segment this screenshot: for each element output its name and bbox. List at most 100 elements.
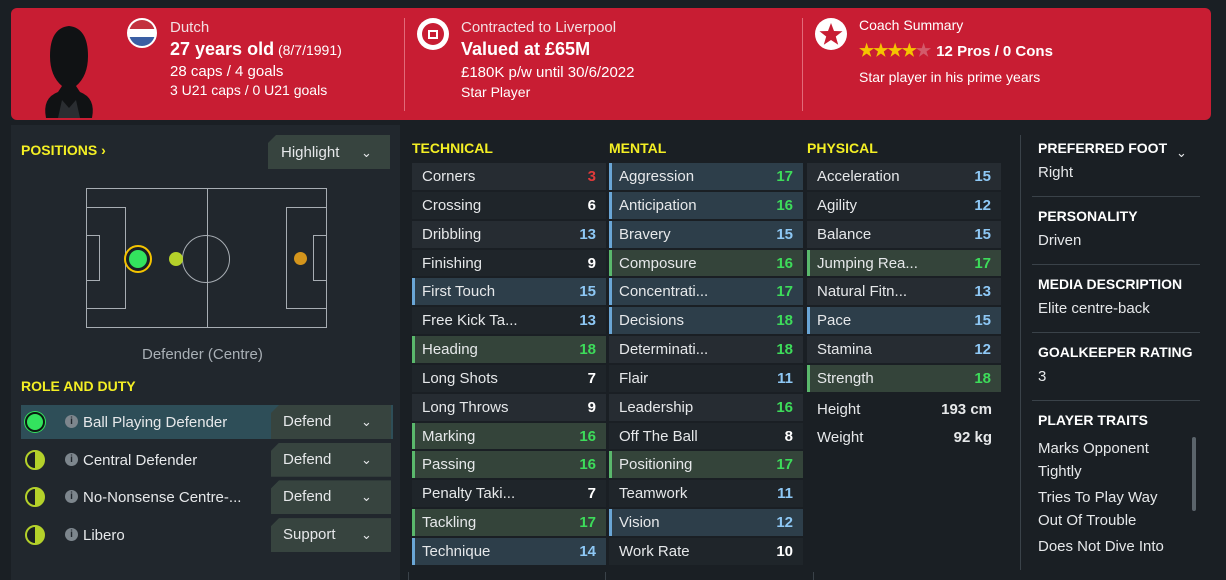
traits-scrollbar[interactable] — [1192, 437, 1196, 511]
info-icon[interactable]: i — [65, 415, 78, 428]
preferred-foot-heading: PREFERRED FOOT — [1038, 140, 1168, 156]
attribute-name: Balance — [817, 225, 872, 243]
goalkeeper-rating-section: GOALKEEPER RATING 3 — [1038, 344, 1193, 385]
highlight-dropdown[interactable]: Highlight ⌄ — [268, 135, 390, 169]
attribute-name: Leadership — [619, 398, 694, 416]
role-suitability-icon — [25, 449, 45, 470]
preferred-foot-value: Right — [1038, 164, 1074, 181]
personality-heading: PERSONALITY — [1038, 208, 1138, 224]
trait-line: Marks Opponent — [1038, 440, 1149, 457]
info-icon[interactable]: i — [65, 452, 78, 466]
mental-attributes: Aggression 17 Anticipation 16 Bravery 15 Compo… — [609, 162, 803, 566]
attribute-name: Technique — [422, 542, 491, 560]
attribute-name: Crossing — [422, 196, 482, 214]
info-icon[interactable]: i — [65, 490, 78, 504]
attribute-row[interactable]: Concentrati... 17 — [609, 277, 803, 306]
role-row[interactable]: i Libero Support ⌄ — [21, 518, 393, 553]
attribute-name: Bravery — [619, 225, 671, 243]
attribute-row[interactable]: Jumping Rea... 17 — [807, 249, 1001, 278]
trait-line: Out Of Trouble — [1038, 512, 1137, 529]
attribute-row[interactable]: Aggression 17 — [609, 162, 803, 191]
preferred-foot-section[interactable]: PREFERRED FOOT Right — [1038, 140, 1167, 181]
attribute-row[interactable]: Off The Ball 8 — [609, 422, 803, 451]
attribute-row[interactable]: Flair 11 — [609, 364, 803, 393]
attribute-value: 7 — [587, 369, 596, 387]
attribute-name: Strength — [817, 369, 874, 387]
attribute-row[interactable]: Composure 16 — [609, 249, 803, 278]
attribute-row[interactable]: Positioning 17 — [609, 450, 803, 479]
player-traits-heading: PLAYER TRAITS — [1038, 412, 1148, 428]
attribute-row[interactable]: Tackling 17 — [412, 508, 606, 537]
attribute-value: 12 — [776, 514, 793, 532]
role-row[interactable]: i No-Nonsense Centre-... Defend ⌄ — [21, 480, 393, 515]
attribute-row[interactable]: Dribbling 13 — [412, 220, 606, 249]
attribute-row[interactable]: Balance 15 — [807, 220, 1001, 249]
attribute-row[interactable]: Long Throws 9 — [412, 393, 606, 422]
duty-dropdown[interactable]: Defend ⌄ — [271, 405, 391, 439]
attribute-name: Agility — [817, 196, 858, 214]
attribute-value: 13 — [974, 283, 991, 301]
role-label: Central Defender — [83, 451, 198, 469]
duty-label: Defend — [283, 488, 332, 506]
attribute-row[interactable]: Acceleration 15 — [807, 162, 1001, 191]
attribute-row[interactable]: Passing 16 — [412, 450, 606, 479]
positions-title[interactable]: POSITIONS › — [21, 142, 106, 158]
role-suitability-icon — [25, 487, 45, 508]
attribute-value: 7 — [587, 485, 596, 503]
liverpool-crest-icon[interactable] — [417, 18, 449, 50]
attribute-row[interactable]: Anticipation 16 — [609, 191, 803, 220]
attribute-row[interactable]: Corners 3 — [412, 162, 606, 191]
natural-position-dot — [129, 250, 147, 268]
attribute-row[interactable]: Long Shots 7 — [412, 364, 606, 393]
squad-status: Star Player — [461, 84, 531, 100]
attribute-row[interactable]: Finishing 9 — [412, 249, 606, 278]
attribute-row[interactable]: Free Kick Ta... 13 — [412, 306, 606, 335]
info-icon[interactable]: i — [65, 528, 78, 542]
attribute-row[interactable]: Teamwork 11 — [609, 479, 803, 508]
attribute-value: 15 — [974, 168, 991, 185]
player-header: Dutch 27 years old (8/7/1991) 28 caps / … — [11, 8, 1211, 120]
coach-summary-title[interactable]: Coach Summary — [859, 17, 1053, 33]
attribute-row[interactable]: Determinati... 18 — [609, 335, 803, 364]
attribute-value: 13 — [579, 225, 596, 243]
role-row[interactable]: i Ball Playing Defender Defend ⌄ — [21, 405, 393, 439]
attribute-value: 17 — [974, 254, 991, 272]
attribute-name: Long Throws — [422, 398, 509, 416]
attribute-value: 18 — [776, 341, 793, 359]
role-row[interactable]: i Central Defender Defend ⌄ — [21, 442, 393, 477]
attribute-value: 13 — [579, 312, 596, 330]
attribute-value: 6 — [587, 196, 596, 214]
accomplished-position-dot[interactable] — [169, 252, 183, 266]
duty-dropdown[interactable]: Defend ⌄ — [271, 442, 391, 477]
attribute-row[interactable]: Heading 18 — [412, 335, 606, 364]
attribute-row[interactable]: Pace 15 — [807, 306, 1001, 335]
nationality: Dutch — [170, 19, 210, 36]
attribute-value: 16 — [776, 196, 793, 214]
attribute-row[interactable]: Crossing 6 — [412, 191, 606, 220]
attribute-row[interactable]: Stamina 12 — [807, 335, 1001, 364]
attribute-row[interactable]: Vision 12 — [609, 508, 803, 537]
attribute-value: 15 — [974, 225, 991, 243]
attribute-row[interactable]: First Touch 15 — [412, 277, 606, 306]
attribute-row[interactable]: Technique 14 — [412, 537, 606, 566]
trait-line: Tries To Play Way — [1038, 489, 1158, 506]
attribute-row[interactable]: Work Rate 10 — [609, 537, 803, 566]
attribute-row[interactable]: Leadership 16 — [609, 393, 803, 422]
attribute-row[interactable]: Agility 12 — [807, 191, 1001, 220]
attribute-row[interactable]: Penalty Taki... 7 — [412, 479, 606, 508]
player-silhouette-icon — [45, 26, 93, 118]
chevron-down-icon[interactable]: ⌄ — [1176, 145, 1187, 161]
attribute-name: Work Rate — [619, 542, 690, 560]
attribute-row[interactable]: Strength 18 — [807, 364, 1001, 393]
attribute-row[interactable]: Decisions 18 — [609, 306, 803, 335]
duty-dropdown[interactable]: Defend ⌄ — [271, 480, 391, 515]
contract-club[interactable]: Contracted to Liverpool — [461, 19, 634, 36]
duty-dropdown[interactable]: Support ⌄ — [271, 518, 391, 553]
attribute-value: 9 — [587, 254, 596, 272]
height-label: Height — [817, 401, 861, 418]
attribute-row[interactable]: Marking 16 — [412, 422, 606, 451]
unconvincing-position-dot[interactable] — [294, 252, 307, 265]
attribute-row[interactable]: Natural Fitn... 13 — [807, 277, 1001, 306]
attribute-row[interactable]: Bravery 15 — [609, 220, 803, 249]
attribute-name: Composure — [619, 254, 697, 272]
